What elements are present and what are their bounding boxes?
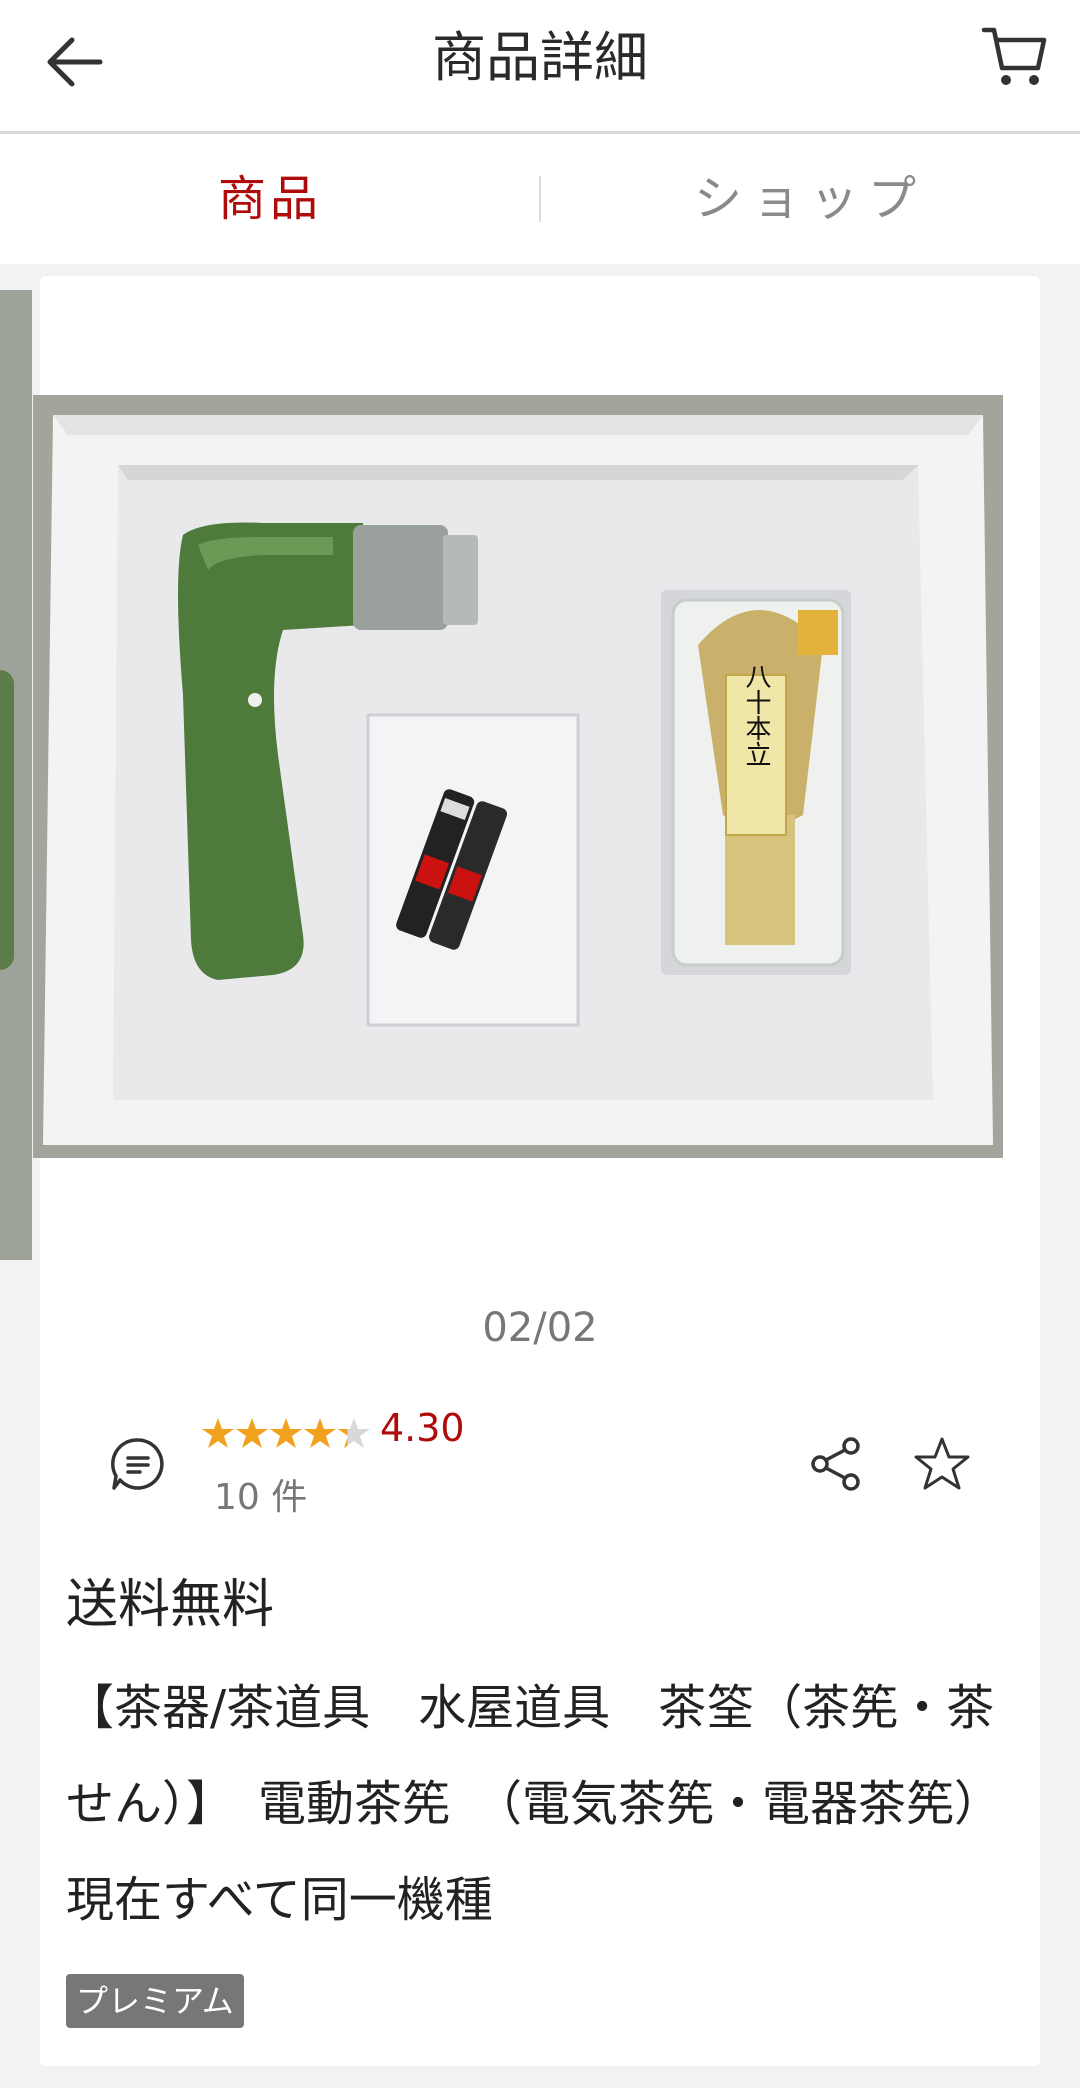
free-shipping-label: 送料無料 bbox=[66, 1575, 275, 1635]
rating-star-4 bbox=[304, 1418, 336, 1448]
cart-icon[interactable] bbox=[980, 20, 1050, 90]
share-icon[interactable] bbox=[806, 1434, 866, 1494]
rating-star-2 bbox=[236, 1418, 268, 1448]
previous-image-peek[interactable] bbox=[0, 290, 32, 1260]
rating-star-1 bbox=[202, 1418, 234, 1448]
app-header: 商品詳細 bbox=[0, 0, 1080, 134]
favorite-star-icon[interactable] bbox=[912, 1434, 972, 1494]
rating-value: 4.30 bbox=[380, 1406, 465, 1450]
rating-stars bbox=[202, 1418, 370, 1448]
review-comment-icon[interactable] bbox=[108, 1434, 168, 1494]
premium-badge: プレミアム bbox=[66, 1974, 244, 2028]
product-title: 【茶器/茶道具 水屋道具 茶筌（茶筅・茶せん）】 電動茶筅 （電気茶筅・電器茶筅… bbox=[66, 1680, 1027, 1928]
review-count[interactable]: 10 件 bbox=[214, 1468, 307, 1520]
tab-bar: 商品 ショップ bbox=[0, 134, 1080, 264]
product-image[interactable]: 八十本立 bbox=[33, 395, 1003, 1158]
tab-shop[interactable]: ショップ bbox=[540, 134, 1080, 264]
rating-star-5 bbox=[338, 1418, 370, 1448]
page-title: 商品詳細 bbox=[432, 26, 648, 89]
whisk-box-label: 八十本立 bbox=[741, 663, 771, 767]
rating-star-3 bbox=[270, 1418, 302, 1448]
image-counter: 02/02 bbox=[482, 1305, 598, 1351]
tab-product[interactable]: 商品 bbox=[0, 134, 540, 264]
